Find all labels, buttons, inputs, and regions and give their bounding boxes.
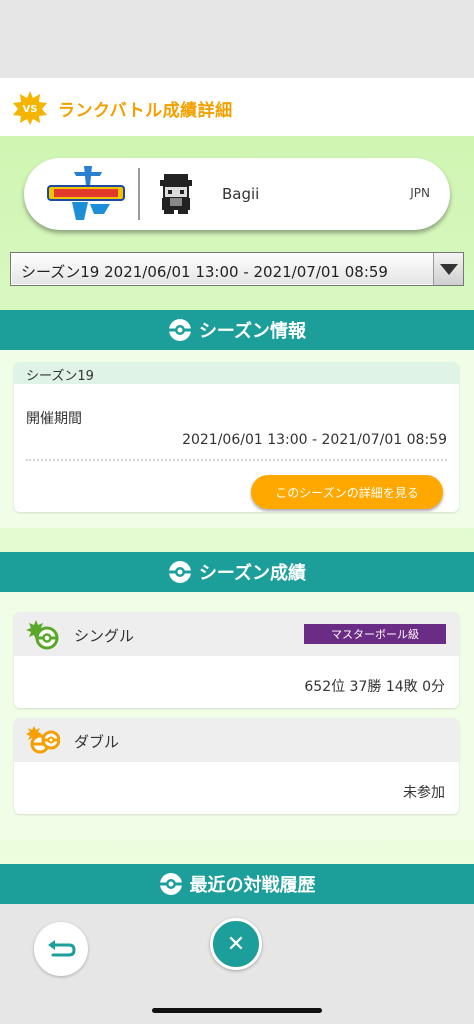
season-label: シーズン19 (14, 362, 459, 384)
select-arrow-button[interactable] (433, 253, 463, 285)
double-battle-icon (26, 726, 60, 754)
single-result-value: 652位 37勝 14敗 0分 (304, 679, 445, 695)
vs-badge-icon: VS (13, 91, 47, 125)
trainer-avatar-icon (160, 174, 192, 214)
single-battle-icon (26, 620, 59, 650)
dotted-divider (26, 459, 447, 461)
period-value: 2021/06/01 13:00 - 2021/07/01 08:59 (182, 432, 447, 448)
page-title: ランクバトル成績詳細 (58, 101, 233, 121)
pokeball-icon (168, 319, 191, 341)
section-title: シーズン情報 (198, 321, 307, 342)
section-title: 最近の対戦履歴 (189, 875, 316, 896)
season-info-card: シーズン19 開催期間 2021/06/01 13:00 - 2021/07/0… (14, 362, 459, 512)
double-result-value: 未参加 (403, 785, 445, 801)
section-header-season-results: シーズン成績 (0, 552, 474, 592)
close-icon: ✕ (226, 931, 246, 957)
back-arrow-icon (48, 940, 76, 957)
pokeball-icon (159, 873, 182, 895)
svg-text:VS: VS (23, 104, 38, 115)
period-label: 開催期間 (26, 411, 82, 427)
status-area (0, 0, 474, 78)
single-label: シングル (74, 627, 135, 645)
card-divider (138, 168, 140, 220)
season-select-value: シーズン19 2021/06/01 13:00 - 2021/07/01 08:… (21, 263, 388, 281)
section-header-season-info: シーズン情報 (0, 310, 474, 350)
single-result-header: シングル マスターボール級 (14, 612, 459, 656)
back-button[interactable] (34, 922, 88, 976)
page-header: VS ランクバトル成績詳細 (0, 78, 474, 136)
single-result-card: シングル マスターボール級 652位 37勝 14敗 0分 (14, 612, 459, 708)
section-header-recent-battles: 最近の対戦履歴 (0, 864, 474, 904)
rank-badge: マスターボール級 (304, 624, 446, 644)
section-title: シーズン成績 (198, 563, 307, 584)
trainer-country: JPN (410, 186, 430, 200)
season-detail-button[interactable]: このシーズンの詳細を見る (251, 475, 443, 509)
double-result-card: ダブル 未参加 (14, 718, 459, 814)
game-logo-icon (47, 166, 125, 220)
home-indicator (152, 1008, 322, 1013)
close-button[interactable]: ✕ (210, 918, 262, 970)
pokeball-icon (168, 561, 191, 583)
trainer-card: Bagii JPN (24, 158, 450, 230)
season-select[interactable]: シーズン19 2021/06/01 13:00 - 2021/07/01 08:… (10, 252, 464, 286)
double-result-header: ダブル (14, 718, 459, 762)
chevron-down-icon (440, 264, 458, 275)
trainer-name: Bagii (222, 185, 260, 203)
double-label: ダブル (74, 733, 120, 751)
